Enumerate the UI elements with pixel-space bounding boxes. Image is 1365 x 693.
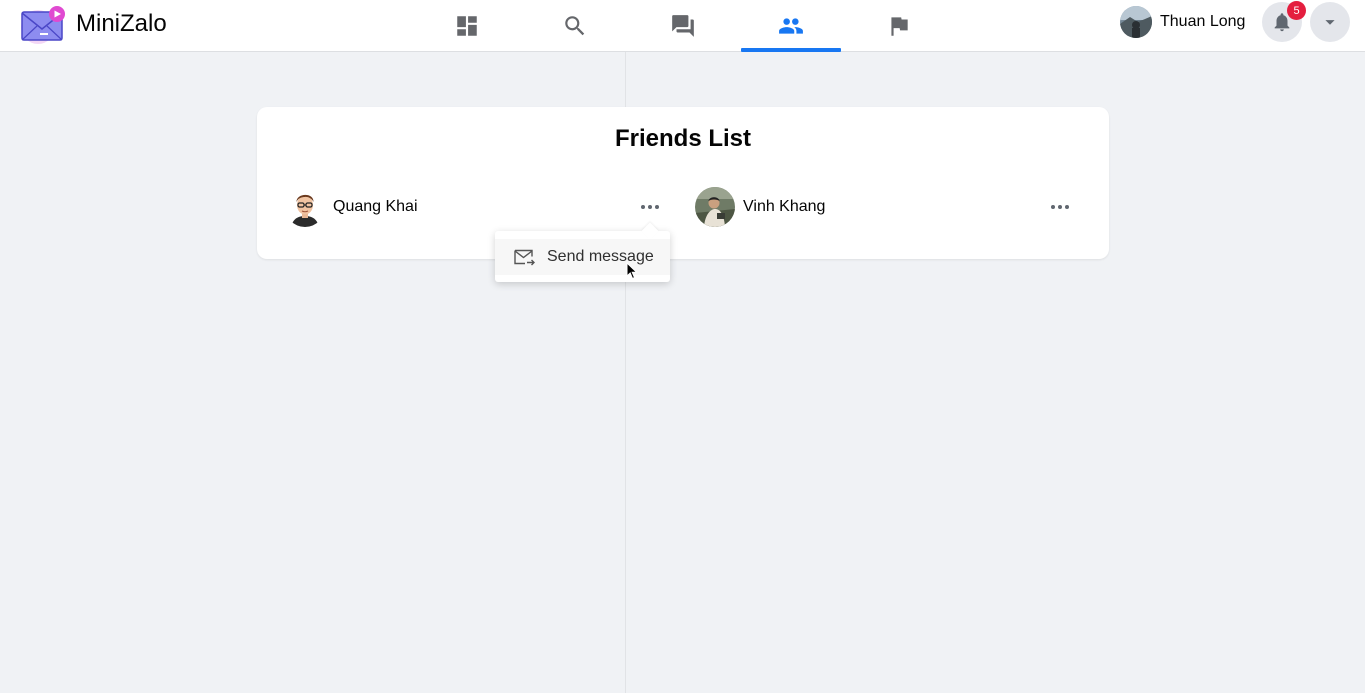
send-message-menu-item[interactable]: Send message — [495, 239, 670, 275]
minizalo-logo-icon — [18, 3, 68, 45]
more-dots-icon — [1051, 205, 1055, 209]
tab-messages[interactable] — [633, 0, 733, 51]
friend-name: Quang Khai — [333, 198, 418, 215]
flag-icon — [891, 16, 908, 36]
user-profile-button[interactable]: Thuan Long — [1120, 6, 1245, 38]
column-divider — [625, 0, 626, 693]
tab-dashboard[interactable] — [417, 0, 517, 51]
list-item[interactable]: Vinh Khang — [695, 187, 825, 227]
search-icon — [565, 15, 585, 35]
send-mail-icon — [514, 249, 535, 266]
friends-icon — [779, 17, 803, 34]
caret-down-icon — [1325, 20, 1335, 25]
friend-options-menu: Send message — [495, 231, 670, 282]
avatar — [695, 187, 735, 227]
notification-count-badge: 5 — [1287, 1, 1306, 20]
dashboard-icon — [457, 15, 477, 36]
messages-icon — [672, 14, 694, 37]
friend-options-button[interactable] — [638, 195, 662, 219]
brand[interactable]: MiniZalo — [18, 3, 167, 45]
list-item[interactable]: Quang Khai — [285, 187, 418, 227]
app-name: MiniZalo — [76, 10, 167, 37]
user-name: Thuan Long — [1160, 13, 1246, 30]
tab-friends[interactable] — [741, 0, 841, 52]
friends-list-card: Friends List Quang Khai Vinh Khang — [257, 107, 1109, 259]
tab-flag[interactable] — [849, 0, 949, 51]
notifications-button[interactable]: 5 — [1262, 1, 1306, 42]
avatar — [1120, 6, 1152, 38]
friend-options-button[interactable] — [1048, 195, 1072, 219]
tab-search[interactable] — [525, 0, 625, 51]
avatar — [285, 187, 325, 227]
page-title: Friends List — [614, 125, 752, 152]
more-dots-icon — [641, 205, 645, 209]
top-navigation-bar: MiniZalo Thuan Long 5 — [0, 0, 1365, 52]
account-menu-button[interactable] — [1310, 2, 1350, 42]
mouse-pointer-icon — [626, 262, 638, 280]
friend-name: Vinh Khang — [743, 198, 826, 215]
